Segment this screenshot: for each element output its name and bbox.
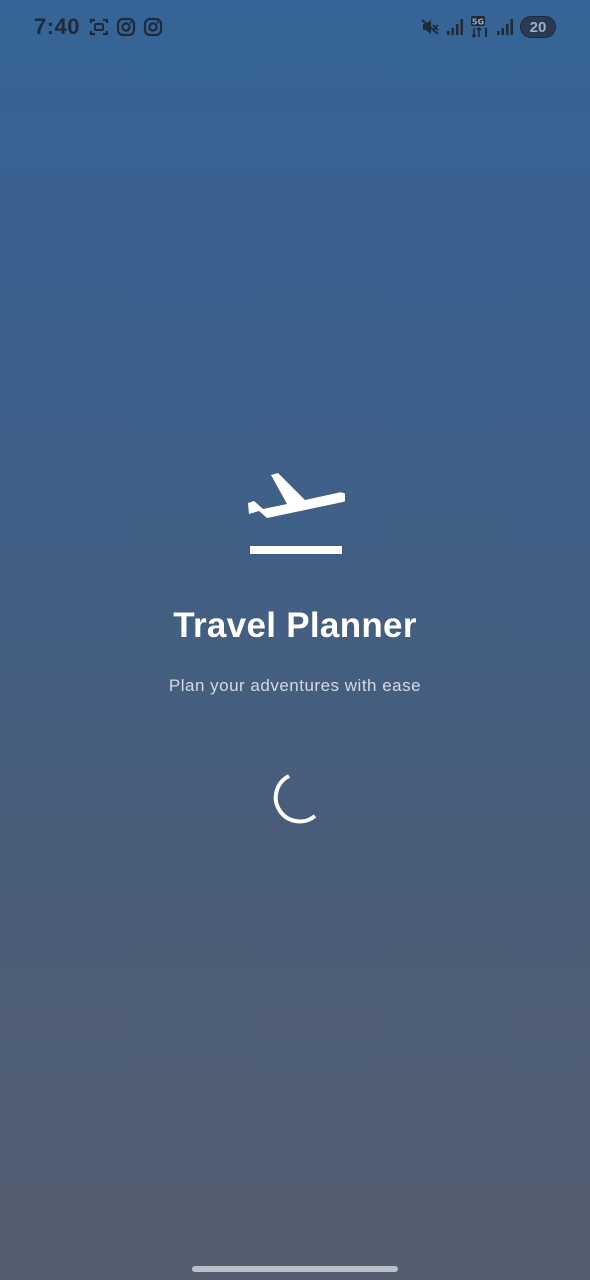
status-bar: 7:40 5G 20	[0, 0, 590, 56]
5g-signal-icon: 5G	[471, 16, 487, 38]
svg-text:5G: 5G	[472, 18, 484, 27]
screenshot-icon	[89, 18, 109, 36]
flight-takeoff-icon	[248, 473, 345, 554]
status-left-icons	[89, 17, 163, 37]
signal-icon	[447, 19, 463, 35]
battery-indicator: 20	[520, 16, 556, 38]
status-right-icons: 5G 20	[420, 16, 556, 38]
app-subtitle: Plan your adventures with ease	[168, 676, 422, 695]
splash-content: Travel Planner Plan your adventures with…	[0, 460, 590, 696]
instagram-icon	[116, 17, 136, 37]
signal-icon	[497, 19, 513, 35]
status-time: 7:40	[34, 14, 81, 39]
home-indicator[interactable]	[192, 1266, 398, 1272]
mute-icon	[421, 19, 439, 35]
app-title: Travel Planner	[173, 606, 417, 645]
instagram-icon	[143, 17, 163, 37]
circular-progress-icon	[273, 774, 317, 824]
